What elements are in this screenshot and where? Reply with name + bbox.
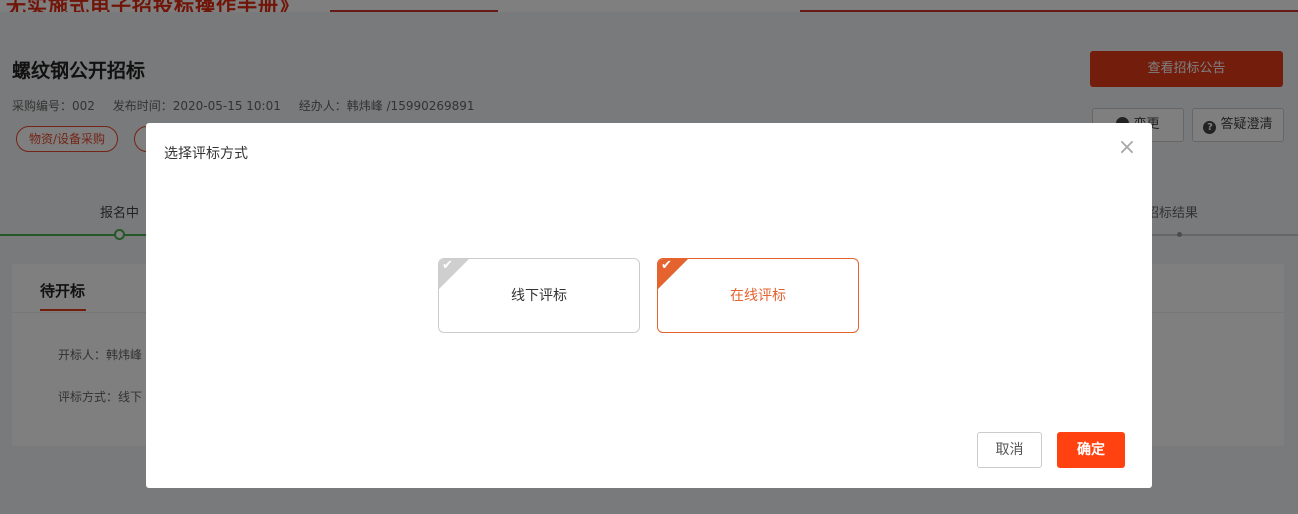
dialog-title: 选择评标方式 xyxy=(164,146,248,162)
option-label: 在线评标 xyxy=(730,288,786,304)
option-label: 线下评标 xyxy=(511,288,567,304)
confirm-button[interactable]: 确定 xyxy=(1057,432,1125,468)
evaluation-method-dialog: 选择评标方式 × ✔ 线下评标 ✔ 在线评标 取消 确定 xyxy=(146,123,1152,488)
cancel-button[interactable]: 取消 xyxy=(977,432,1042,468)
online-evaluation-option[interactable]: ✔ 在线评标 xyxy=(657,258,859,333)
offline-evaluation-option[interactable]: ✔ 线下评标 xyxy=(438,258,640,333)
close-icon[interactable]: × xyxy=(1116,137,1138,159)
